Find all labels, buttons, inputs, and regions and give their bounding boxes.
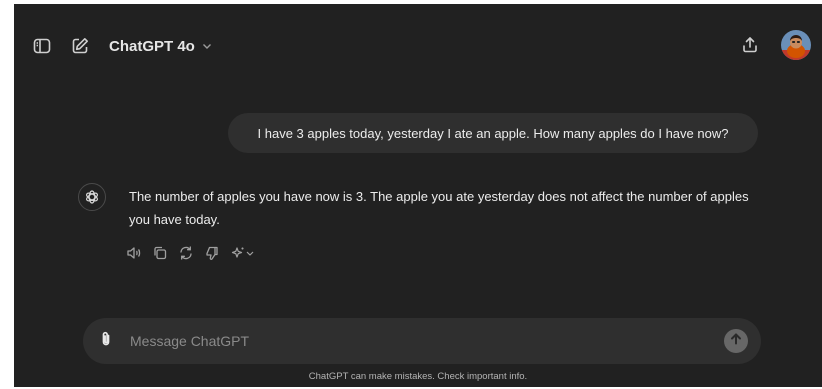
disclaimer-text: ChatGPT can make mistakes. Check importa…: [308, 371, 528, 382]
sidebar-toggle-icon: [32, 36, 52, 56]
read-aloud-icon: [126, 245, 142, 266]
new-chat-button[interactable]: [66, 32, 94, 60]
model-selector[interactable]: ChatGPT 4o: [109, 34, 213, 58]
chat-app: ChatGPT 4o I have 3 apples today, yester…: [14, 4, 822, 387]
thumbs-down-button[interactable]: [203, 246, 221, 264]
arrow-up-icon: [729, 332, 743, 351]
message-input[interactable]: [130, 328, 690, 354]
attach-button[interactable]: [95, 330, 117, 352]
openai-logo-icon: [78, 183, 106, 211]
user-avatar[interactable]: [781, 30, 811, 60]
regenerate-icon: [178, 245, 194, 266]
screenshot-frame: ChatGPT 4o I have 3 apples today, yester…: [0, 0, 822, 389]
user-message-bubble: I have 3 apples today, yesterday I ate a…: [228, 113, 758, 153]
share-icon: [740, 35, 760, 55]
message-actions: [125, 245, 257, 266]
sidebar-toggle-button[interactable]: [28, 32, 56, 60]
copy-button[interactable]: [151, 246, 169, 264]
chevron-down-icon: [201, 40, 213, 52]
thumbs-down-icon: [204, 245, 220, 266]
share-button[interactable]: [736, 31, 764, 59]
read-aloud-button[interactable]: [125, 246, 143, 264]
user-message-text: I have 3 apples today, yesterday I ate a…: [257, 125, 729, 141]
sparkle-model-icon: [230, 245, 256, 266]
new-chat-icon: [70, 36, 90, 56]
model-label: ChatGPT 4o: [109, 37, 195, 55]
copy-icon: [152, 245, 168, 266]
paperclip-icon: [97, 330, 115, 353]
change-model-button[interactable]: [229, 246, 257, 264]
regenerate-button[interactable]: [177, 245, 195, 266]
message-composer: [83, 318, 761, 364]
send-button[interactable]: [724, 329, 748, 353]
assistant-message-text: The number of apples you have now is 3. …: [129, 189, 749, 227]
